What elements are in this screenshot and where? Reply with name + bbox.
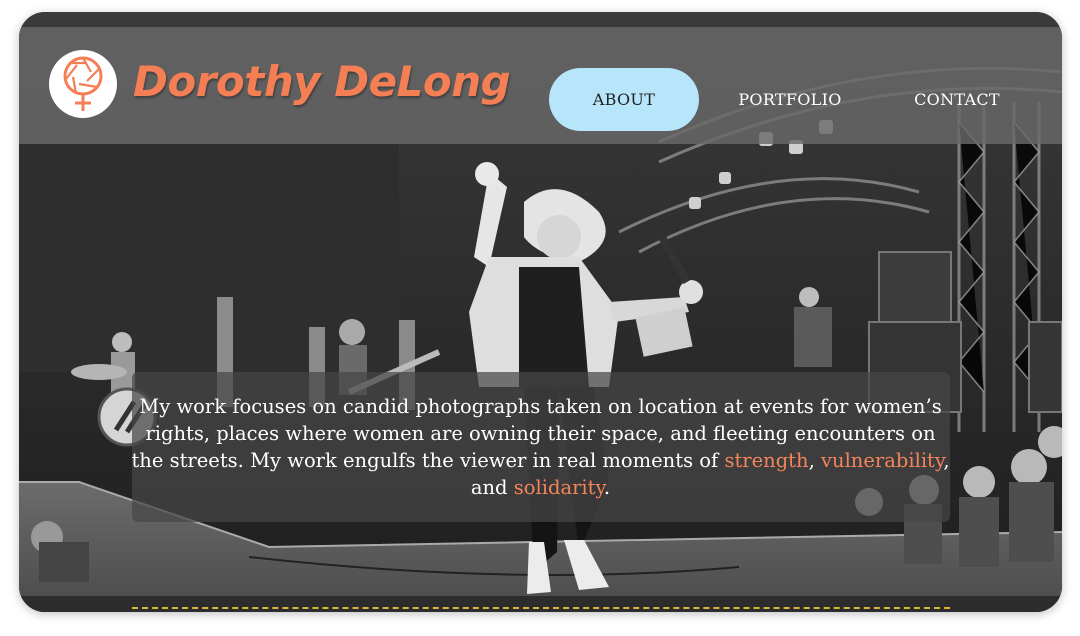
site-header: Dorothy DeLong ABOUT PORTFOLIO CONTACT xyxy=(19,27,1062,144)
bottom-strip xyxy=(19,596,1062,612)
intro-text-end: . xyxy=(603,476,611,499)
aperture-venus-icon xyxy=(63,56,103,111)
intro-text: My work focuses on candid photographs ta… xyxy=(19,393,1062,501)
nav-about-button[interactable]: ABOUT xyxy=(549,68,699,131)
logo[interactable] xyxy=(49,50,117,118)
dashed-divider xyxy=(132,607,950,609)
nav-contact-link[interactable]: CONTACT xyxy=(905,68,1009,131)
nav-portfolio-link[interactable]: PORTFOLIO xyxy=(731,68,849,131)
highlight-solidarity: solidarity xyxy=(513,476,604,499)
highlight-vulnerability: vulnerability xyxy=(821,449,944,472)
intro-separator-1: , xyxy=(808,449,821,472)
site-title[interactable]: Dorothy DeLong xyxy=(133,57,511,106)
app-window: Dorothy DeLong ABOUT PORTFOLIO CONTACT M… xyxy=(19,12,1062,612)
highlight-strength: strength xyxy=(724,449,809,472)
